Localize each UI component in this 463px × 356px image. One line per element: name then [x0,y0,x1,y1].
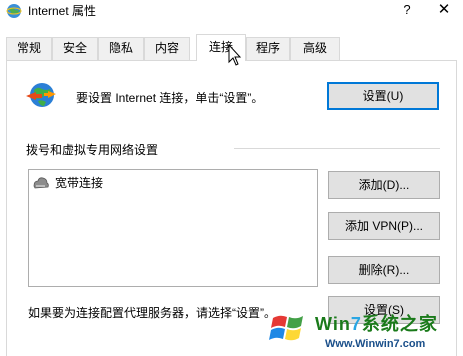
watermark-title-suffix: 系统之家 [361,314,438,334]
tab-programs[interactable]: 程序 [246,37,290,60]
windows-logo-icon [265,304,313,352]
broadband-connection-icon [33,177,49,189]
tab-security[interactable]: 安全 [52,37,98,60]
dialup-section-title: 拨号和虚拟专用网络设置 [26,143,159,157]
close-button[interactable]: ✕ [433,0,455,20]
title-bar: Internet 属性 ? ✕ [0,0,463,30]
watermark-title-prefix: Win [315,314,351,334]
tab-privacy[interactable]: 隐私 [98,37,144,60]
globe-network-icon [26,83,56,107]
proxy-instruction: 如果要为连接配置代理服务器，请选择“设置”。 [28,306,276,320]
connection-label: 宽带连接 [55,176,104,190]
remove-button[interactable]: 删除(R)... [328,256,440,284]
watermark-url: Www.Winwin7.com [325,338,426,350]
section-divider [234,148,440,149]
setup-button[interactable]: 设置(U) [327,82,439,110]
connections-list[interactable]: 宽带连接 [28,169,318,287]
tab-content[interactable]: 内容 [144,37,190,60]
window-title: Internet 属性 [28,4,97,18]
internet-options-icon [6,4,22,18]
mouse-cursor-icon [228,44,242,66]
add-vpn-button[interactable]: 添加 VPN(P)... [328,212,440,240]
tab-advanced[interactable]: 高级 [290,37,340,60]
watermark: Win7系统之家 Www.Winwin7.com [263,300,463,356]
setup-instruction: 要设置 Internet 连接，单击“设置”。 [76,91,264,105]
watermark-title-num: 7 [350,314,362,334]
help-button[interactable]: ? [398,1,416,19]
add-connection-button[interactable]: 添加(D)... [328,171,440,199]
tab-general[interactable]: 常规 [6,37,52,60]
watermark-title: Win7系统之家 [315,310,438,336]
